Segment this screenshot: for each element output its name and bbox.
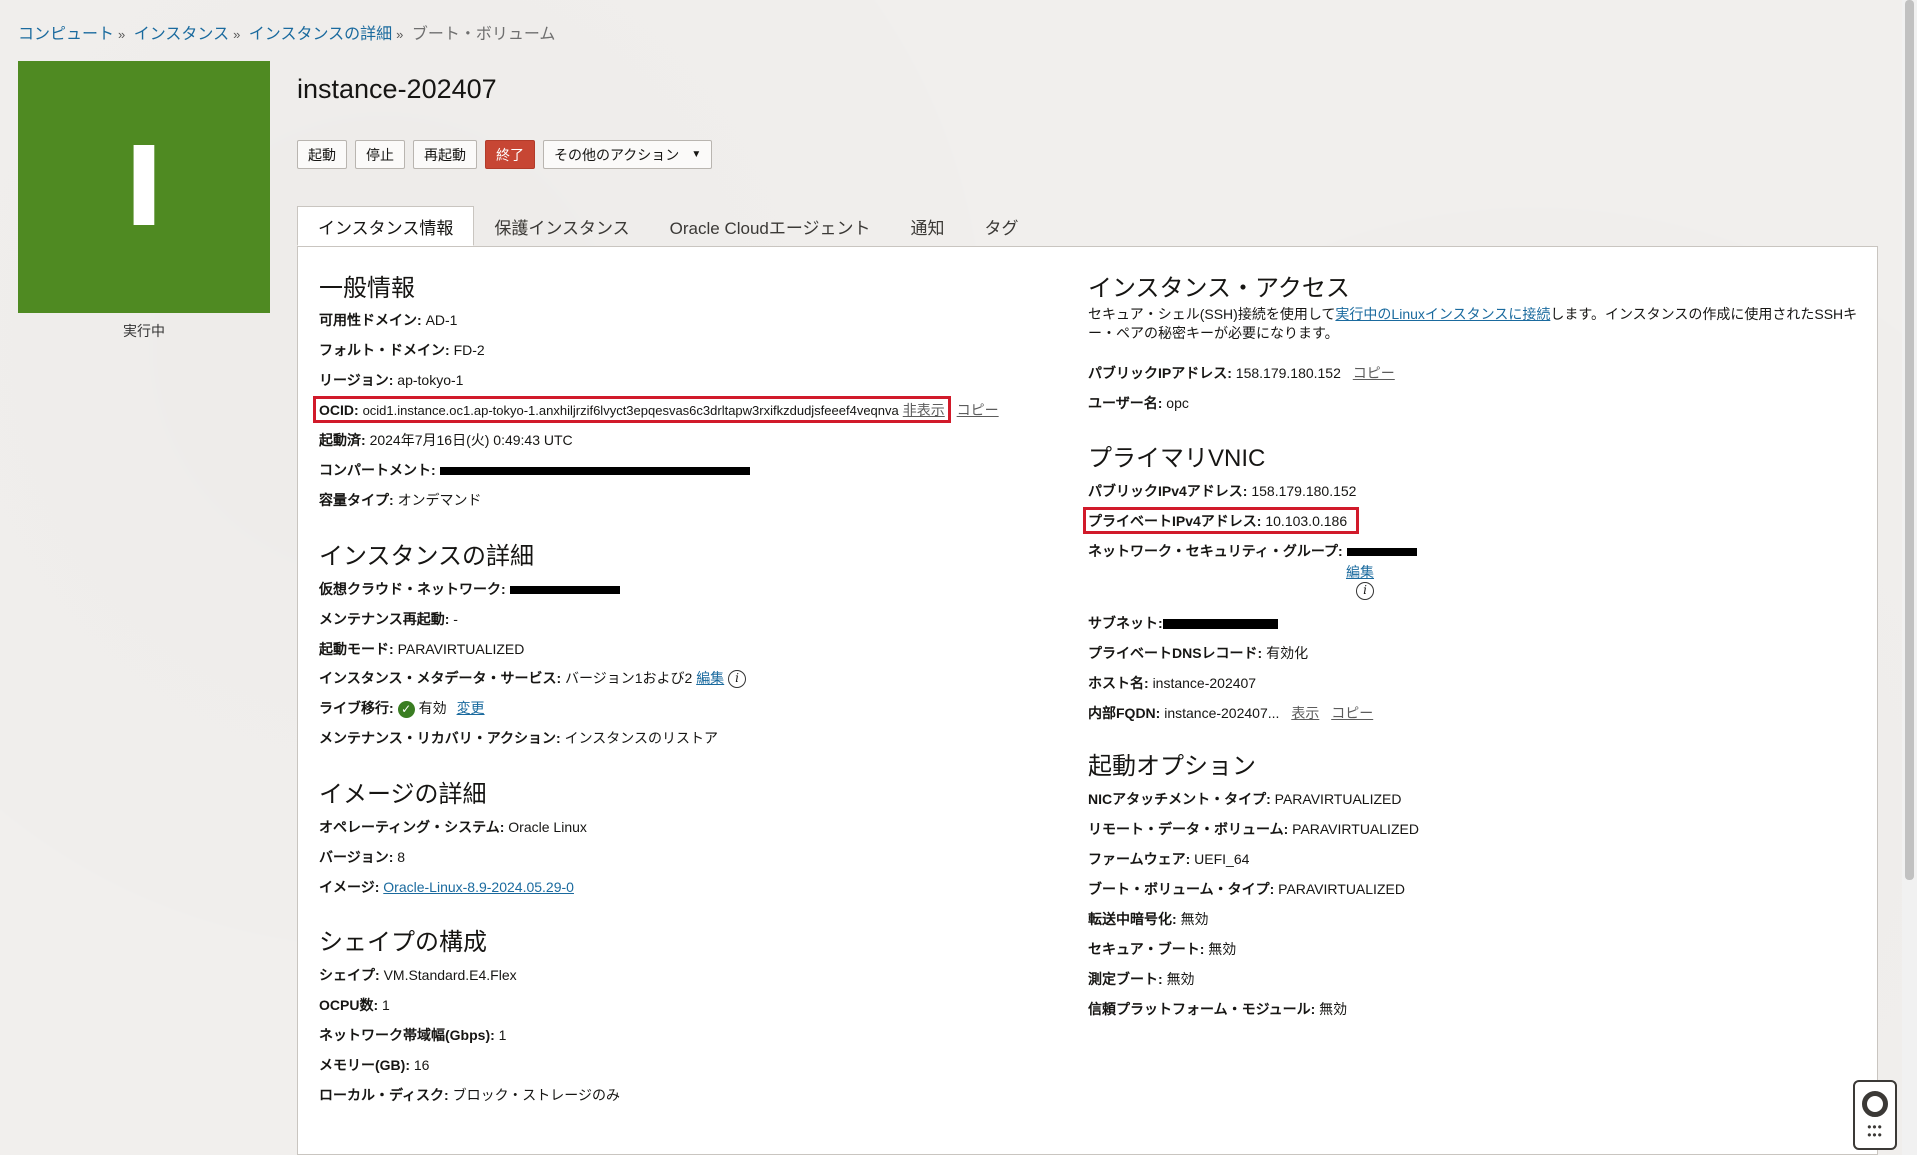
live-migration-row: ライブ移行: ✓ 有効 変更	[319, 700, 485, 718]
instance-details-title: インスタンスの詳細	[319, 543, 535, 570]
vcn-row: 仮想クラウド・ネットワーク:	[319, 579, 620, 599]
redacted-nsg	[1346, 548, 1417, 557]
launch-options-title: 起動オプション	[1088, 753, 1256, 780]
tab-oracle-cloud-agent[interactable]: Oracle Cloudエージェント	[650, 206, 891, 246]
instance-status-tile: I	[18, 61, 270, 313]
firmware-row: ファームウェア: UEFI_64	[1088, 851, 1250, 867]
capacity-type-row: 容量タイプ: オンデマンド	[319, 492, 482, 508]
instance-status-label: 実行中	[123, 323, 165, 339]
ocid-hide-link[interactable]: 非表示	[903, 402, 945, 418]
tab-notifications[interactable]: 通知	[891, 206, 965, 246]
caret-down-icon: ▼	[691, 149, 702, 160]
tab-bar: インスタンス情報 保護インスタンス Oracle Cloudエージェント 通知 …	[297, 206, 1039, 246]
maintenance-recovery-row: メンテナンス・リカバリ・アクション: インスタンスのリストア	[319, 730, 719, 746]
ocid-value: ocid1.instance.oc1.ap-tokyo-1.anxhiljrzi…	[362, 403, 899, 418]
nic-attachment-row: NICアタッチメント・タイプ: PARAVIRTUALIZED	[1088, 791, 1402, 807]
ocid-copy-link[interactable]: コピー	[957, 402, 999, 418]
lifebuoy-icon	[1862, 1091, 1888, 1117]
private-dns-row: プライベートDNSレコード: 有効化	[1088, 645, 1309, 661]
nsg-edit-link[interactable]: 編集	[1346, 564, 1374, 580]
instance-access-title: インスタンス・アクセス	[1088, 275, 1350, 302]
bandwidth-row: ネットワーク帯域幅(Gbps): 1	[319, 1027, 507, 1043]
imds-edit-link[interactable]: 編集	[696, 670, 724, 686]
version-row: バージョン: 8	[319, 849, 406, 865]
help-lifebuoy-button[interactable]: ••• •••	[1853, 1080, 1897, 1150]
local-disk-row: ローカル・ディスク: ブロック・ストレージのみ	[319, 1087, 621, 1103]
instance-tile-letter: I	[123, 123, 165, 251]
secure-boot-row: セキュア・ブート: 無効	[1088, 941, 1237, 957]
breadcrumb-instances[interactable]: インスタンス	[134, 26, 229, 43]
page-title: instance-202407	[297, 74, 497, 104]
public-ip-copy-link[interactable]: コピー	[1353, 365, 1395, 381]
imds-row: インスタンス・メタデータ・サービス: バージョン1および2 編集 i	[319, 668, 747, 689]
remote-data-volume-row: リモート・データ・ボリューム: PARAVIRTUALIZED	[1088, 821, 1419, 837]
check-circle-icon: ✓	[397, 700, 415, 718]
boot-volume-type-row: ブート・ボリューム・タイプ: PARAVIRTUALIZED	[1088, 881, 1405, 897]
page-scrollbar[interactable]	[1902, 0, 1917, 1155]
redacted-compartment	[439, 467, 750, 476]
scrollbar-thumb[interactable]	[1905, 0, 1914, 880]
action-toolbar: 起動 停止 再起動 終了 その他のアクション ▼	[297, 140, 713, 169]
compartment-row: コンパートメント:	[319, 460, 750, 480]
redacted-subnet	[1162, 619, 1278, 630]
grid-dots-icon: ••• •••	[1867, 1120, 1883, 1142]
tab-protected-instance[interactable]: 保護インスタンス	[474, 206, 649, 246]
in-transit-encryption-row: 転送中暗号化: 無効	[1088, 911, 1209, 927]
tab-tags[interactable]: タグ	[965, 206, 1039, 246]
start-button[interactable]: 起動	[297, 140, 347, 169]
fqdn-show-link[interactable]: 表示	[1291, 705, 1319, 721]
region-row: リージョン: ap-tokyo-1	[319, 372, 464, 388]
fqdn-copy-link[interactable]: コピー	[1331, 705, 1373, 721]
shape-config-title: シェイプの構成	[319, 929, 487, 956]
os-row: オペレーティング・システム: Oracle Linux	[319, 819, 587, 835]
launched-row: 起動済: 2024年7月16日(火) 0:49:43 UTC	[319, 432, 573, 448]
connect-linux-link[interactable]: 実行中のLinuxインスタンスに接続	[1335, 306, 1550, 322]
public-ip-row: パブリックIPアドレス: 158.179.180.152 コピー	[1088, 365, 1395, 381]
subnet-row: サブネット:	[1088, 613, 1278, 633]
redacted-vcn	[509, 586, 620, 595]
internal-fqdn-row: 内部FQDN: instance-202407... 表示 コピー	[1088, 705, 1374, 721]
info-icon[interactable]: i	[1356, 582, 1374, 601]
measured-boot-row: 測定ブート: 無効	[1088, 971, 1195, 987]
breadcrumb-instance-details[interactable]: インスタンスの詳細	[249, 26, 392, 43]
nsg-edit-row: 編集	[1346, 562, 1374, 582]
live-migration-change-link[interactable]: 変更	[457, 700, 485, 716]
more-actions-dropdown[interactable]: その他のアクション ▼	[543, 140, 713, 169]
more-actions-label: その他のアクション	[554, 146, 680, 163]
private-ipv4-row: プライベートIPv4アドレス: 10.103.0.186	[1088, 513, 1348, 529]
reboot-button[interactable]: 再起動	[413, 140, 477, 169]
fault-domain-row: フォルト・ドメイン: FD-2	[319, 342, 485, 358]
memory-row: メモリー(GB): 16	[319, 1057, 430, 1073]
breadcrumb-current: ブート・ボリューム	[411, 26, 556, 43]
image-details-title: イメージの詳細	[319, 781, 487, 808]
instance-info-panel: 一般情報 可用性ドメイン: AD-1 フォルト・ドメイン: FD-2 リージョン…	[297, 246, 1878, 1155]
nsg-row: ネットワーク・セキュリティ・グループ:	[1088, 541, 1417, 561]
image-row: イメージ: Oracle-Linux-8.9-2024.05.29-0	[319, 879, 574, 895]
hostname-row: ホスト名: instance-202407	[1088, 675, 1257, 691]
tpm-row: 信頼プラットフォーム・モジュール: 無効	[1088, 1001, 1348, 1017]
ocpu-row: OCPU数: 1	[319, 997, 390, 1013]
general-info-title: 一般情報	[319, 275, 415, 302]
image-link[interactable]: Oracle-Linux-8.9-2024.05.29-0	[383, 879, 574, 895]
shape-row: シェイプ: VM.Standard.E4.Flex	[319, 967, 517, 983]
ocid-row: OCID: ocid1.instance.oc1.ap-tokyo-1.anxh…	[319, 402, 999, 418]
launch-mode-row: 起動モード: PARAVIRTUALIZED	[319, 641, 525, 657]
terminate-button[interactable]: 終了	[485, 140, 535, 169]
instance-access-description: セキュア・シェル(SSH)接続を使用して実行中のLinuxインスタンスに接続しま…	[1088, 306, 1858, 341]
availability-domain-row: 可用性ドメイン: AD-1	[319, 312, 458, 328]
public-ipv4-row: パブリックIPv4アドレス: 158.179.180.152	[1088, 483, 1357, 499]
stop-button[interactable]: 停止	[355, 140, 405, 169]
info-icon[interactable]: i	[728, 670, 747, 689]
username-row: ユーザー名: opc	[1088, 395, 1189, 411]
maintenance-reboot-row: メンテナンス再起動: -	[319, 611, 458, 627]
primary-vnic-title: プライマリVNIC	[1088, 445, 1266, 472]
tab-instance-info[interactable]: インスタンス情報	[297, 206, 475, 246]
nsg-info-row: i	[1356, 582, 1374, 601]
breadcrumb: コンピュート» インスタンス» インスタンスの詳細» ブート・ボリューム	[18, 26, 556, 43]
breadcrumb-compute[interactable]: コンピュート	[18, 26, 114, 43]
